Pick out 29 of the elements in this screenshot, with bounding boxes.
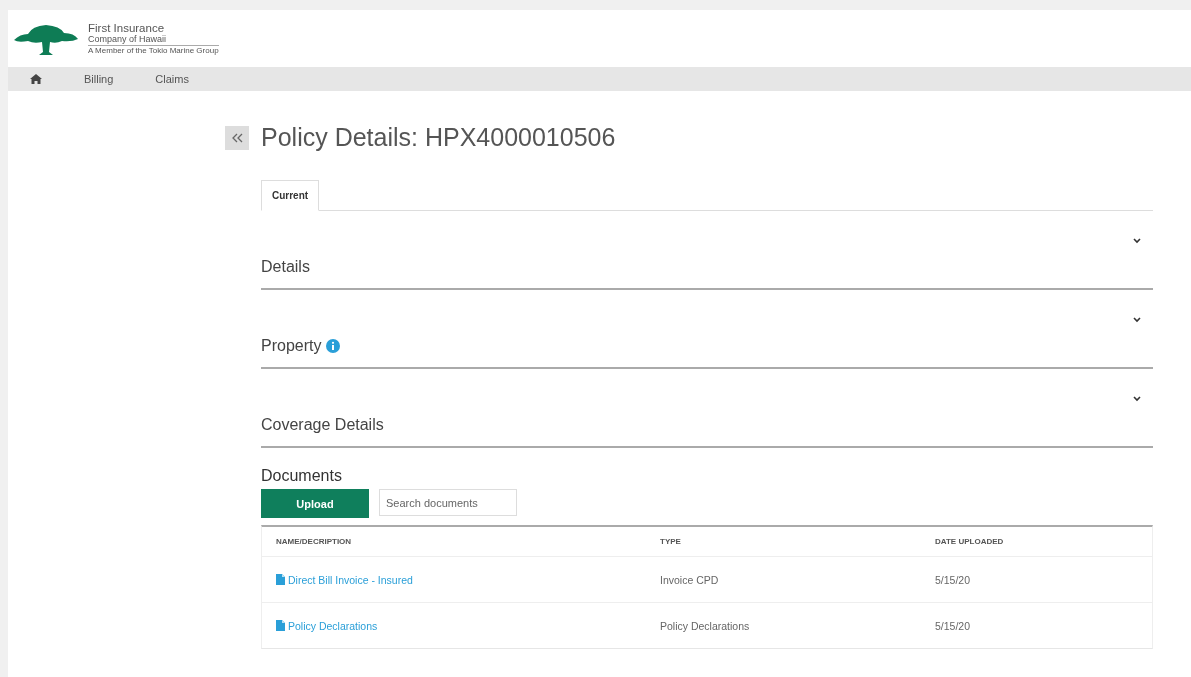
info-icon[interactable] xyxy=(326,339,341,353)
chevron-icon[interactable] xyxy=(1133,237,1141,244)
chevron-icon[interactable] xyxy=(1133,316,1141,323)
search-field[interactable]: Search documents xyxy=(379,489,517,516)
collapse-button[interactable] xyxy=(225,125,249,150)
logo-tagline: A Member of the Tokio Marine Group xyxy=(88,44,219,56)
nav-link[interactable]: Claims xyxy=(155,73,189,85)
double-chevron-left-icon xyxy=(231,132,243,143)
table-cell-text: Invoice CPD xyxy=(660,573,720,586)
documents-heading: Documents xyxy=(261,467,343,485)
home-icon[interactable] xyxy=(30,74,42,84)
logo-text: First Insurance xyxy=(88,21,166,34)
column-header: DATE UPLOADED xyxy=(935,537,1005,546)
section-title[interactable]: Details xyxy=(261,258,310,276)
chevron-icon[interactable] xyxy=(1133,395,1141,402)
tab[interactable]: Current xyxy=(261,180,320,211)
upload-button[interactable]: Upload xyxy=(261,489,369,518)
section-title[interactable]: Coverage Details xyxy=(261,416,384,434)
table-cell-text: 5/15/20 xyxy=(935,573,972,586)
column-header: NAME/DECRIPTION xyxy=(276,537,353,546)
document-icon xyxy=(276,620,285,631)
nav-link[interactable]: Billing xyxy=(84,73,114,85)
logo-text: Company of Hawaii xyxy=(88,33,168,44)
section-title[interactable]: Property xyxy=(261,337,322,355)
column-header: TYPE xyxy=(660,537,682,546)
document-icon xyxy=(276,574,285,585)
table-cell-text: 5/15/20 xyxy=(935,619,972,632)
table-cell-text: Policy Declarations xyxy=(660,619,751,632)
page-title: Policy Details: HPX4000010506 xyxy=(261,123,616,152)
